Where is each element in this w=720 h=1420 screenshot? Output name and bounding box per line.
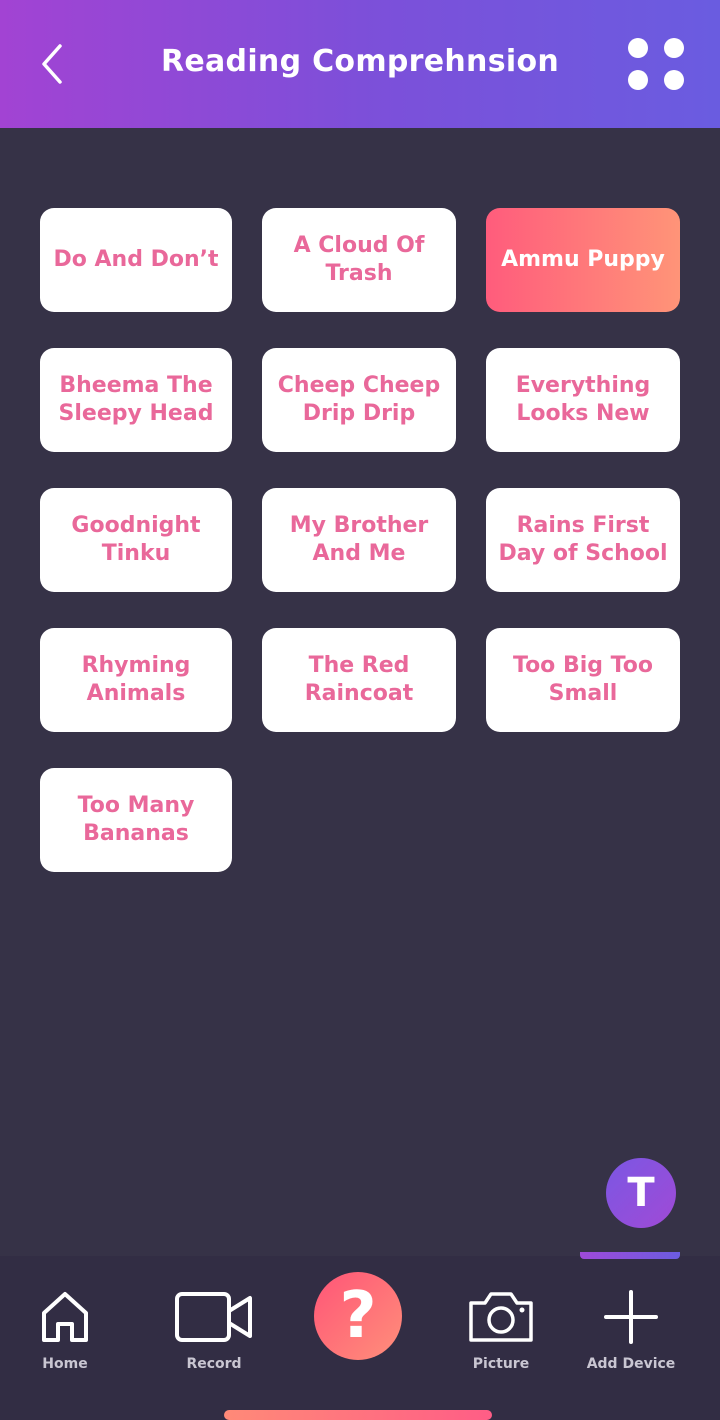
plus-icon [604,1290,658,1344]
story-tile-label: Rhyming Animals [81,653,191,706]
story-tile-label: Bheema The Sleepy Head [58,373,214,426]
story-tile-do-and-dont[interactable]: Do And Don’t [40,208,232,312]
story-tile-label: Goodnight Tinku [71,513,201,566]
home-indicator-bar [224,1410,492,1420]
story-tile-bheema-the-sleepy-head[interactable]: Bheema The Sleepy Head [40,348,232,452]
nav-add-device-label: Add Device [586,1356,676,1372]
video-camera-icon [175,1292,252,1342]
story-tile-everything-looks-new[interactable]: Everything Looks New [486,348,680,452]
top-bar: Reading Comprehnsion [0,0,720,128]
grid-menu-button[interactable] [624,34,688,94]
nav-record[interactable]: Record [172,1286,256,1376]
story-tile-cheep-cheep-drip-drip[interactable]: Cheep Cheep Drip Drip [262,348,456,452]
story-tile-label: Rains First Day of School [498,513,668,566]
nav-home-label: Home [42,1356,88,1372]
dot-icon [664,70,684,90]
story-tile-too-many-bananas[interactable]: Too Many Bananas [40,768,232,872]
dot-icon [664,38,684,58]
page-title: Reading Comprehnsion [160,44,560,79]
story-tile-label: A Cloud Of Trash [293,233,425,286]
story-tile-label: Too Big Too Small [512,653,653,706]
home-icon [42,1292,88,1342]
nav-picture-label: Picture [472,1356,530,1372]
dot-icon [628,38,648,58]
help-button[interactable]: ? [314,1272,402,1360]
story-tile-ammu-puppy[interactable]: Ammu Puppy [486,208,680,312]
nav-add-device[interactable]: Add Device [584,1286,678,1376]
story-tile-label: Ammu Puppy [501,247,665,272]
nav-home[interactable]: Home [24,1286,106,1376]
story-tile-label: Do And Don’t [53,247,219,272]
story-tile-label: My Brother And Me [289,513,429,566]
story-tile-my-brother-and-me[interactable]: My Brother And Me [262,488,456,592]
story-tile-too-big-too-small[interactable]: Too Big Too Small [486,628,680,732]
story-tile-the-red-raincoat[interactable]: The Red Raincoat [262,628,456,732]
chevron-left-icon [42,44,62,84]
nav-record-label: Record [186,1356,242,1372]
story-tile-label: The Red Raincoat [304,653,414,706]
camera-icon [469,1292,533,1342]
story-tile-label: Cheep Cheep Drip Drip [277,373,441,426]
story-tile-a-cloud-of-trash[interactable]: A Cloud Of Trash [262,208,456,312]
story-tile-rains-first-day-of-school[interactable]: Rains First Day of School [486,488,680,592]
user-avatar[interactable]: T [606,1158,676,1228]
back-button[interactable] [30,34,74,94]
active-indicator [580,1252,680,1259]
nav-picture[interactable]: Picture [460,1286,542,1376]
story-tile-label: Too Many Bananas [77,793,195,846]
story-tile-rhyming-animals[interactable]: Rhyming Animals [40,628,232,732]
dot-icon [628,70,648,90]
story-tile-label: Everything Looks New [515,373,651,426]
story-tile-goodnight-tinku[interactable]: Goodnight Tinku [40,488,232,592]
